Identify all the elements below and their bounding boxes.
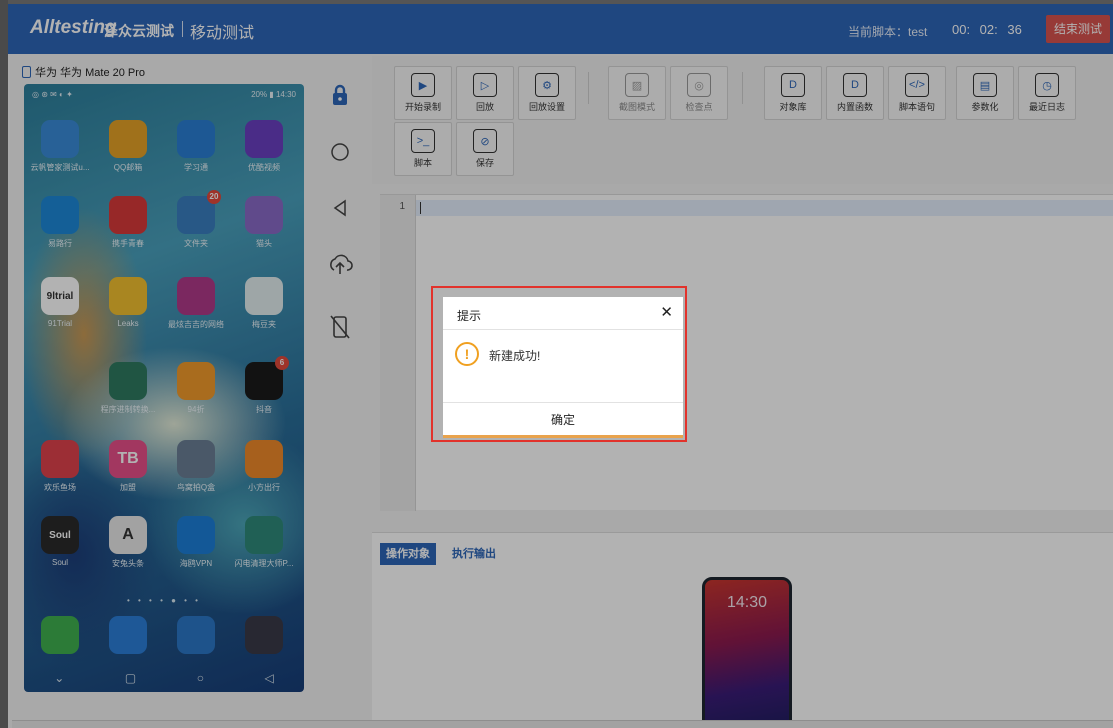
dialog-title: 提示 (457, 309, 482, 323)
success-dialog: 提示 ✕ ! 新建成功! 确定 (443, 297, 683, 438)
close-icon[interactable]: ✕ (660, 303, 673, 321)
confirm-button[interactable]: 确定 (443, 402, 683, 438)
dialog-message: 新建成功! (489, 349, 541, 363)
dialog-header: 提示 ✕ (443, 297, 683, 330)
dialog-footer-accent (443, 435, 683, 438)
warning-icon: ! (455, 342, 479, 366)
